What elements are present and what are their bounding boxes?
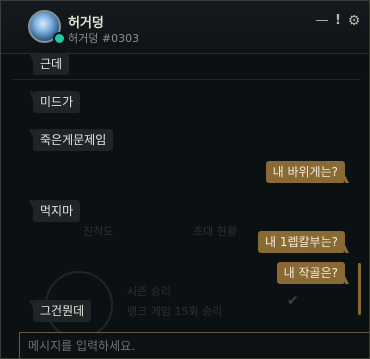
ghost-tab-invite: 초대 현황 bbox=[193, 225, 237, 238]
message-outgoing: 내 작골은? bbox=[276, 262, 350, 284]
chat-scrollbar[interactable] bbox=[358, 263, 361, 315]
ghost-tab-progress: 진척도 bbox=[83, 225, 114, 238]
message-incoming: 죽은게문제임 bbox=[28, 129, 114, 151]
ghost-rank-wins: 랭크 게임 15회 승리 bbox=[127, 305, 223, 318]
chat-window: 진척도 초대 현황 시즌 승리 랭크 게임 15회 승리 ✔ 허거덩 허거덩 #… bbox=[0, 0, 370, 359]
settings-gear-icon[interactable]: ⚙ bbox=[345, 11, 363, 31]
message-input[interactable] bbox=[20, 333, 369, 358]
online-status-icon bbox=[53, 32, 66, 45]
ghost-divider bbox=[11, 79, 361, 80]
chat-header: 허거덩 허거덩 #0303 — ! ⚙ bbox=[1, 1, 369, 54]
message-input-container bbox=[19, 332, 369, 358]
friend-name: 허거덩 bbox=[68, 16, 104, 31]
message-outgoing: 내 1렙칼부는? bbox=[257, 231, 350, 253]
ghost-check-icon: ✔ bbox=[287, 293, 299, 309]
ghost-season-win: 시즌 승리 bbox=[127, 285, 171, 298]
message-incoming: 근데 bbox=[28, 53, 70, 75]
message-outgoing: 내 바위게는? bbox=[265, 161, 350, 183]
message-incoming: 미드가 bbox=[28, 91, 81, 113]
message-incoming: 먹지마 bbox=[28, 200, 81, 222]
message-incoming: 그건뭔데 bbox=[28, 300, 92, 322]
friend-tag: 허거덩 #0303 bbox=[68, 32, 140, 45]
